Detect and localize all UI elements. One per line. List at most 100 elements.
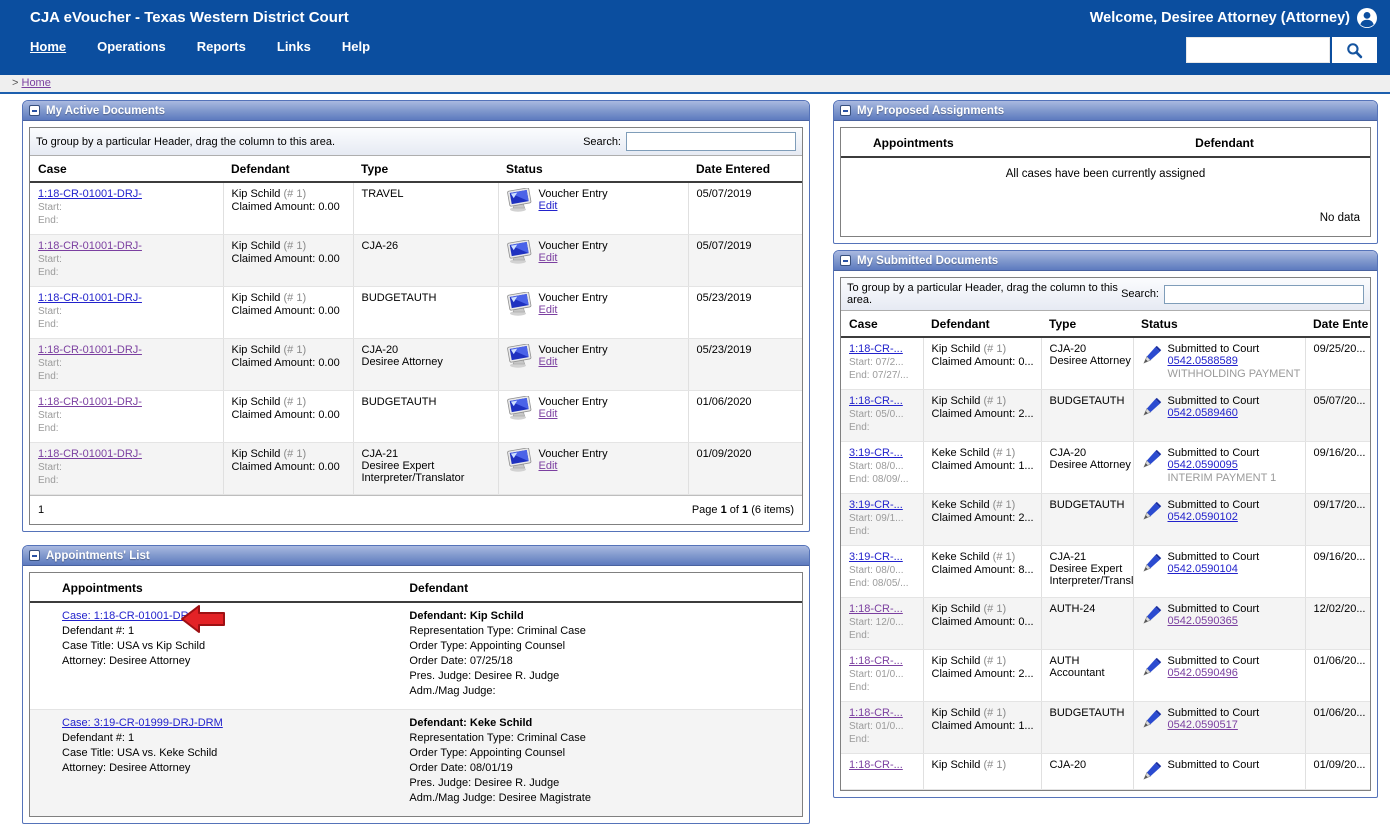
column-header-defendant[interactable]: Defendant xyxy=(923,311,1041,337)
appointments-table: Appointments Defendant Case: 1:18-CR-010… xyxy=(30,573,802,816)
case-link[interactable]: 1:18-CR-01001-DRJ- xyxy=(38,240,142,252)
user-icon[interactable] xyxy=(1357,8,1377,28)
defendant-number: (# 1) xyxy=(283,292,306,304)
column-header-case[interactable]: Case xyxy=(841,311,923,337)
edit-link[interactable]: Edit xyxy=(539,460,558,472)
case-link[interactable]: 3:19-CR-... xyxy=(849,551,903,563)
end-label: End: 08/09/... xyxy=(849,474,919,485)
group-by-bar[interactable]: To group by a particular Header, drag th… xyxy=(30,128,802,156)
nav-help[interactable]: Help xyxy=(342,39,370,54)
pen-icon xyxy=(1142,449,1162,469)
panel-proposed-assignments-header: My Proposed Assignments xyxy=(834,101,1377,121)
case-link[interactable]: 1:18-CR-... xyxy=(849,603,903,615)
start-label: Start: 07/2... xyxy=(849,357,919,368)
edit-link[interactable]: Edit xyxy=(539,408,558,420)
defendant-name: Kip Schild xyxy=(932,655,981,667)
case-link[interactable]: 1:18-CR-... xyxy=(849,759,903,771)
defendant-name: Kip Schild xyxy=(932,707,981,719)
collapse-icon[interactable] xyxy=(29,550,40,561)
voucher-number-link[interactable]: 0542.0590102 xyxy=(1168,511,1238,523)
collapse-icon[interactable] xyxy=(840,105,851,116)
status-label: Voucher Entry xyxy=(539,292,608,304)
date-entered: 01/06/2020 xyxy=(688,391,802,443)
voucher-number-link[interactable]: 0542.0590095 xyxy=(1168,459,1238,471)
nav-home[interactable]: Home xyxy=(30,39,66,54)
case-link[interactable]: 1:18-CR-... xyxy=(849,707,903,719)
case-link[interactable]: 3:19-CR-... xyxy=(849,499,903,511)
date-entered: 01/09/20... xyxy=(1305,754,1370,790)
column-header-date[interactable]: Date Ente xyxy=(1305,311,1370,337)
column-header-defendant[interactable]: Defendant xyxy=(223,156,353,182)
active-documents-search-input[interactable] xyxy=(626,132,796,151)
claimed-amount: Claimed Amount: 0.00 xyxy=(232,461,349,473)
edit-link[interactable]: Edit xyxy=(539,304,558,316)
global-search-input[interactable] xyxy=(1186,37,1330,63)
case-link[interactable]: 1:18-CR-01001-DRJ- xyxy=(38,292,142,304)
end-label: End: 07/27/... xyxy=(849,370,919,381)
column-header-date[interactable]: Date Entered xyxy=(688,156,802,182)
appointment-case-link[interactable]: Case: 1:18-CR-01001-DRJ xyxy=(62,610,194,622)
case-link[interactable]: 1:18-CR-... xyxy=(849,395,903,407)
submitted-documents-search-input[interactable] xyxy=(1164,285,1364,304)
case-link[interactable]: 3:19-CR-... xyxy=(849,447,903,459)
start-label: Start: 12/0... xyxy=(849,617,919,628)
nav-reports[interactable]: Reports xyxy=(197,39,246,54)
start-label: Start: 09/1... xyxy=(849,513,919,524)
edit-link[interactable]: Edit xyxy=(539,252,558,264)
column-header-status[interactable]: Status xyxy=(498,156,688,182)
status-label: Voucher Entry xyxy=(539,448,608,460)
start-label: Start: xyxy=(38,358,219,369)
breadcrumb-home-link[interactable]: Home xyxy=(22,77,51,89)
panel-proposed-assignments: My Proposed Assignments Appointments Def… xyxy=(833,100,1378,244)
collapse-icon[interactable] xyxy=(29,105,40,116)
column-header-type[interactable]: Type xyxy=(353,156,498,182)
page-info: Page 1 of 1 (6 items) xyxy=(692,504,794,516)
case-link[interactable]: 1:18-CR-01001-DRJ- xyxy=(38,396,142,408)
global-search-button[interactable] xyxy=(1332,37,1377,63)
nav-links[interactable]: Links xyxy=(277,39,311,54)
breadcrumb-arrow: > xyxy=(12,77,18,89)
active-documents-table: Case Defendant Type Status Date Entered … xyxy=(30,156,802,495)
voucher-number-link[interactable]: 0542.0590365 xyxy=(1168,615,1238,627)
claimed-amount: Claimed Amount: 0.00 xyxy=(232,201,349,213)
appointment-row: Case: 3:19-CR-01999-DRJ-DRM Defendant #:… xyxy=(30,710,802,817)
defendant-name: Kip Schild xyxy=(932,759,981,771)
defendant-name: Kip Schild xyxy=(232,344,281,356)
nav-operations[interactable]: Operations xyxy=(97,39,166,54)
page-number-button[interactable]: 1 xyxy=(38,504,44,516)
table-row: 3:19-CR-... Start: 08/0... End: 08/09/..… xyxy=(841,442,1370,494)
doc-type: CJA-20 xyxy=(1050,447,1129,459)
start-label: Start: 01/0... xyxy=(849,669,919,680)
column-header-case[interactable]: Case xyxy=(30,156,223,182)
column-header-type[interactable]: Type xyxy=(1041,311,1133,337)
status-note: WITHHOLDING PAYMENT xyxy=(1168,368,1301,380)
table-row: 1:18-CR-... Start: 01/0... End: Kip Schi… xyxy=(841,650,1370,702)
voucher-number-link[interactable]: 0542.0589460 xyxy=(1168,407,1238,419)
case-link[interactable]: 1:18-CR-01001-DRJ- xyxy=(38,448,142,460)
order-date: Order Date: 08/01/19 xyxy=(409,761,798,776)
column-header-defendant: Defendant xyxy=(377,573,802,602)
global-search xyxy=(1186,37,1377,63)
case-title: Case Title: USA vs Kip Schild xyxy=(62,639,373,654)
edit-link[interactable]: Edit xyxy=(539,356,558,368)
case-link[interactable]: 1:18-CR-... xyxy=(849,655,903,667)
case-link[interactable]: 1:18-CR-01001-DRJ- xyxy=(38,344,142,356)
edit-link[interactable]: Edit xyxy=(539,200,558,212)
case-link[interactable]: 1:18-CR-... xyxy=(849,343,903,355)
voucher-number-link[interactable]: 0542.0590496 xyxy=(1168,667,1238,679)
start-label: Start: 01/0... xyxy=(849,721,919,732)
table-row: 1:18-CR-01001-DRJ- Start: End: Kip Schil… xyxy=(30,339,802,391)
doc-type: BUDGETAUTH xyxy=(1050,499,1129,511)
case-link[interactable]: 1:18-CR-01001-DRJ- xyxy=(38,188,142,200)
group-by-bar[interactable]: To group by a particular Header, drag th… xyxy=(841,278,1370,311)
collapse-icon[interactable] xyxy=(840,255,851,266)
defendant-number: (# 1) xyxy=(983,343,1006,355)
voucher-number-link[interactable]: 0542.0588589 xyxy=(1168,355,1238,367)
welcome-text: Welcome, Desiree Attorney (Attorney) xyxy=(1090,10,1350,26)
voucher-entry-icon xyxy=(507,292,533,316)
no-data-label: No data xyxy=(1320,212,1360,224)
appointment-case-link[interactable]: Case: 3:19-CR-01999-DRJ-DRM xyxy=(62,717,223,729)
voucher-number-link[interactable]: 0542.0590517 xyxy=(1168,719,1238,731)
voucher-number-link[interactable]: 0542.0590104 xyxy=(1168,563,1238,575)
column-header-status[interactable]: Status xyxy=(1133,311,1305,337)
